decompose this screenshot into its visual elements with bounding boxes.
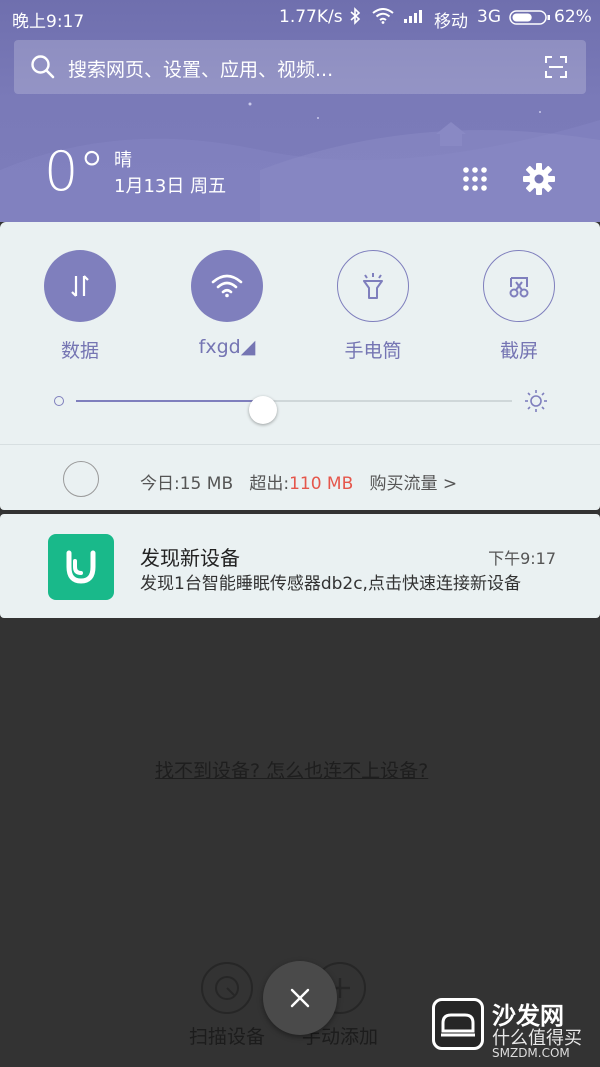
toggle-flashlight-label: 手电筒	[344, 340, 402, 362]
buy-data-link[interactable]: 购买流量 >	[369, 474, 457, 494]
screenshot-icon	[509, 277, 529, 298]
gear-icon[interactable]	[522, 162, 556, 196]
scan-icon[interactable]	[544, 55, 568, 79]
toggle-wifi[interactable]: fxgd◢	[172, 250, 282, 358]
network-speed: 1.77K/s	[279, 7, 343, 27]
close-icon	[290, 988, 310, 1008]
carrier-name: 移动	[434, 12, 468, 32]
toggle-data-label: 数据	[60, 340, 99, 362]
search-icon	[31, 55, 55, 79]
flashlight-icon	[363, 273, 383, 299]
brightness-high-icon	[525, 390, 547, 412]
battery-icon	[509, 10, 550, 25]
toggle-wifi-circle[interactable]	[191, 250, 263, 322]
close-button[interactable]	[263, 961, 337, 1035]
toggle-flashlight-circle[interactable]	[337, 250, 409, 322]
brightness-knob[interactable]	[249, 396, 277, 424]
notification-title: 发现新设备	[140, 546, 240, 570]
toggle-flashlight[interactable]: 手电筒	[318, 250, 428, 363]
data-usage-row[interactable]: 今日:15 MB 超出:110 MB 购买流量 >	[0, 444, 600, 510]
bluetooth-icon	[350, 7, 361, 25]
toggle-screenshot-label: 截屏	[499, 340, 538, 362]
battery-percent: 62%	[554, 7, 592, 27]
status-bar: 晚上9:17 1.77K/s 移动 3G 62%	[0, 0, 600, 34]
data-usage-text: 今日:15 MB 超出:110 MB 购买流量 >	[140, 469, 457, 494]
toggle-screenshot-circle[interactable]	[483, 250, 555, 322]
data-usage-ring-icon	[63, 461, 99, 497]
watermark-url: SMZDM.COM	[492, 1046, 570, 1060]
over-label: 超出:	[249, 474, 290, 494]
network-type: 3G	[477, 7, 501, 27]
toggle-screenshot[interactable]: 截屏	[464, 250, 574, 363]
data-arrows-icon	[71, 275, 89, 297]
quick-settings-panel: 数据 fxgd◢ 手电筒 截屏 今日:15 MB 超出:110 MB 购买流量 …	[0, 222, 600, 510]
sofa-logo-icon	[432, 998, 484, 1050]
scan-device-label: 扫描设备	[188, 1026, 265, 1048]
watermark: 沙发网 什么值得买 SMZDM.COM	[430, 994, 600, 1064]
notification-body: 发现1台智能睡眠传感器db2c,点击快速连接新设备	[140, 574, 521, 594]
over-value: 110 MB	[289, 474, 354, 494]
search-bar[interactable]: 搜索网页、设置、应用、视频...	[14, 40, 586, 94]
toggle-data[interactable]: 数据	[25, 250, 135, 363]
weather-temperature[interactable]: 0°	[44, 140, 105, 203]
help-link[interactable]: 找不到设备? 怎么也连不上设备?	[155, 756, 428, 783]
signal-icon	[404, 10, 422, 23]
search-placeholder: 搜索网页、设置、应用、视频...	[68, 59, 334, 81]
today-label: 今日:	[140, 474, 180, 494]
brightness-track[interactable]	[76, 396, 512, 424]
scan-radar-icon	[201, 962, 253, 1014]
mi-logo-icon	[66, 550, 96, 584]
notification-header: 晚上9:17 1.77K/s 移动 3G 62% 搜索网页、设置、应用、视频..…	[0, 0, 600, 222]
toggle-wifi-label: fxgd◢	[198, 336, 256, 358]
wifi-icon	[211, 274, 243, 298]
brightness-slider[interactable]	[50, 390, 550, 424]
toggle-data-circle[interactable]	[44, 250, 116, 322]
notification-time: 下午9:17	[488, 549, 556, 568]
today-value: 15 MB	[179, 474, 234, 494]
new-device-notification[interactable]: 发现新设备 下午9:17 发现1台智能睡眠传感器db2c,点击快速连接新设备	[0, 514, 600, 618]
status-time: 晚上9:17	[12, 12, 85, 32]
weather-condition: 晴	[114, 150, 132, 171]
weather-date: 1月13日 周五	[114, 176, 227, 197]
grid-icon[interactable]	[462, 166, 488, 192]
wifi-icon	[372, 8, 394, 24]
brightness-low-icon	[54, 396, 64, 406]
brightness-fill	[76, 400, 263, 402]
mi-home-app-icon	[48, 534, 114, 600]
